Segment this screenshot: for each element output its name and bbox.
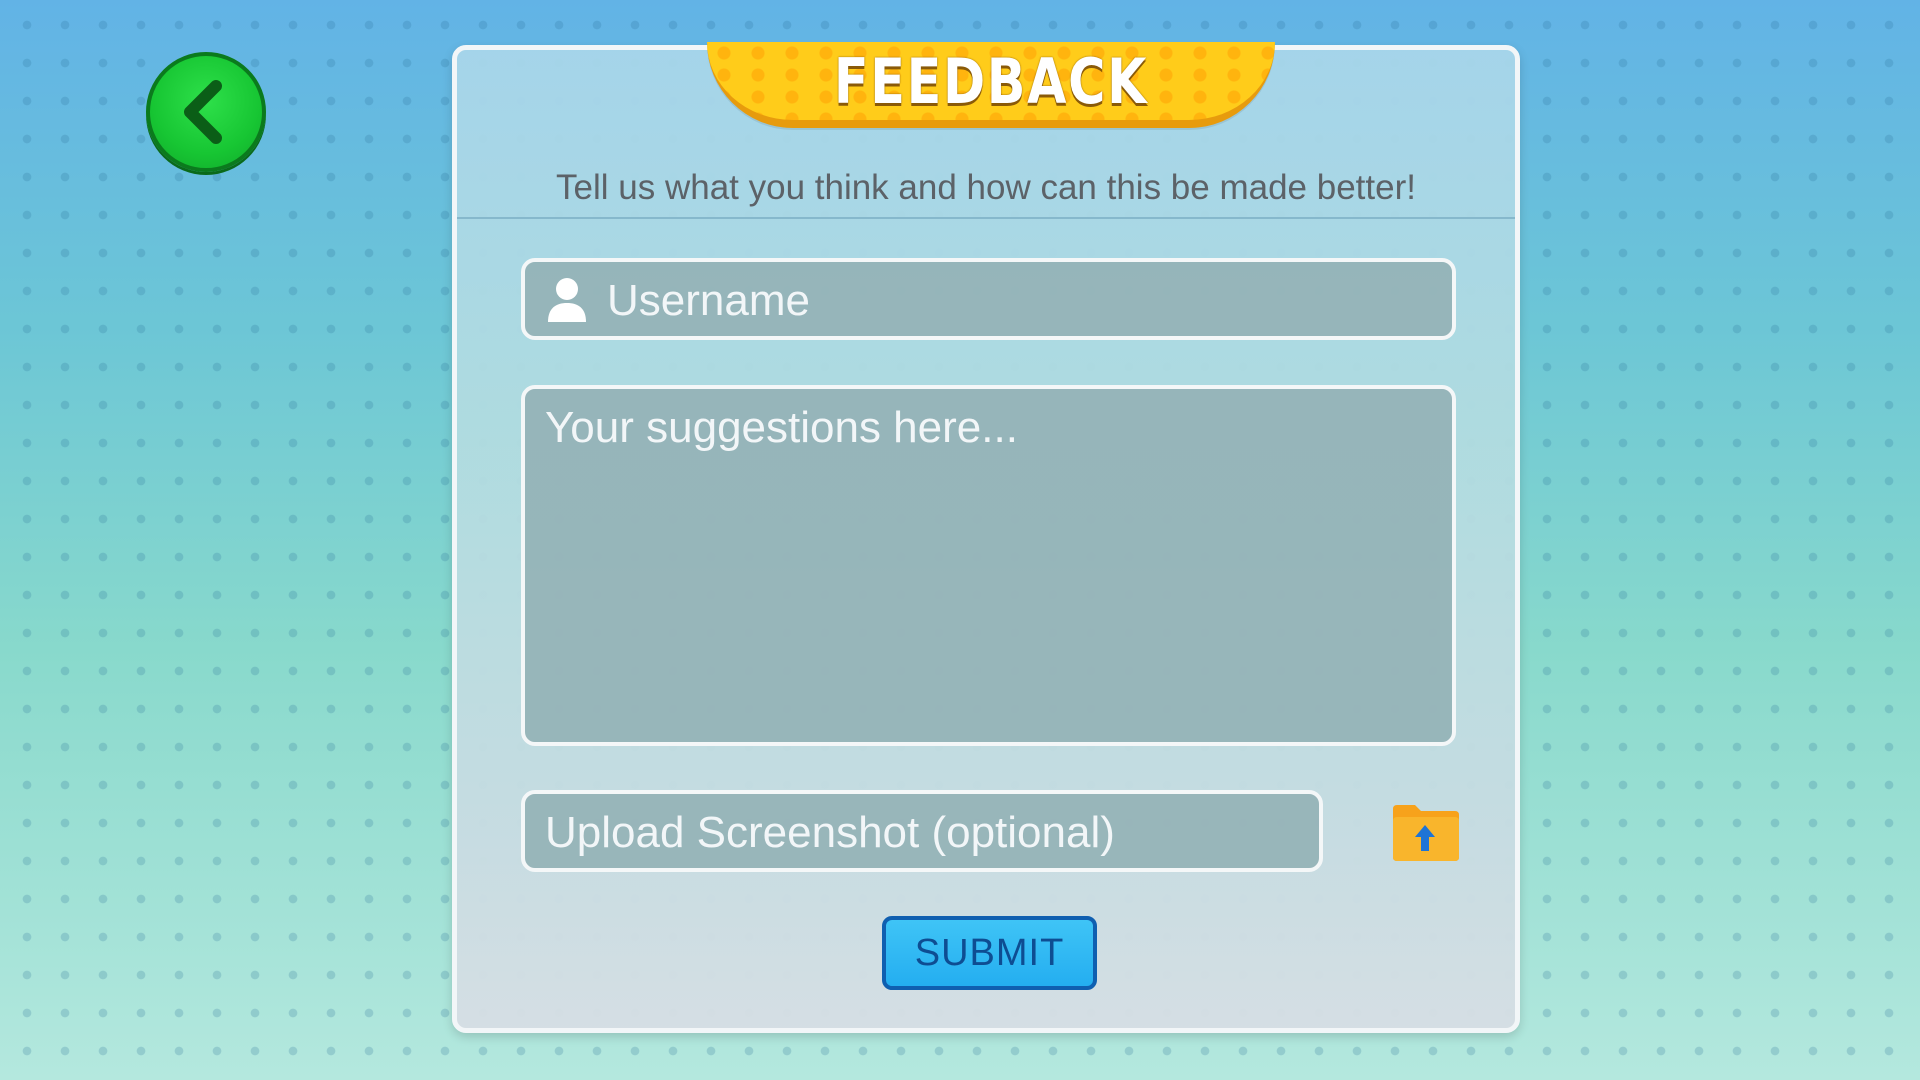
username-placeholder: Username [607, 276, 810, 325]
suggestions-textarea[interactable]: Your suggestions here... [521, 385, 1456, 746]
upload-folder-button[interactable] [1389, 801, 1461, 865]
upload-screenshot-field[interactable]: Upload Screenshot (optional) [521, 790, 1323, 872]
chevron-left-icon [184, 80, 222, 144]
divider [457, 217, 1515, 219]
back-button[interactable] [146, 52, 266, 172]
feedback-panel: FEEDBACK Tell us what you think and how … [452, 42, 1520, 1033]
title-banner: FEEDBACK [707, 42, 1275, 128]
submit-label: SUBMIT [914, 932, 1065, 974]
page-title: FEEDBACK [833, 45, 1149, 118]
upload-placeholder: Upload Screenshot (optional) [545, 808, 1115, 857]
subtitle: Tell us what you think and how can this … [556, 168, 1416, 207]
user-icon [548, 278, 586, 322]
folder-upload-icon [1393, 805, 1459, 861]
username-input[interactable]: Username [521, 258, 1456, 340]
suggestions-placeholder: Your suggestions here... [545, 403, 1018, 452]
submit-button[interactable]: SUBMIT [882, 916, 1097, 990]
